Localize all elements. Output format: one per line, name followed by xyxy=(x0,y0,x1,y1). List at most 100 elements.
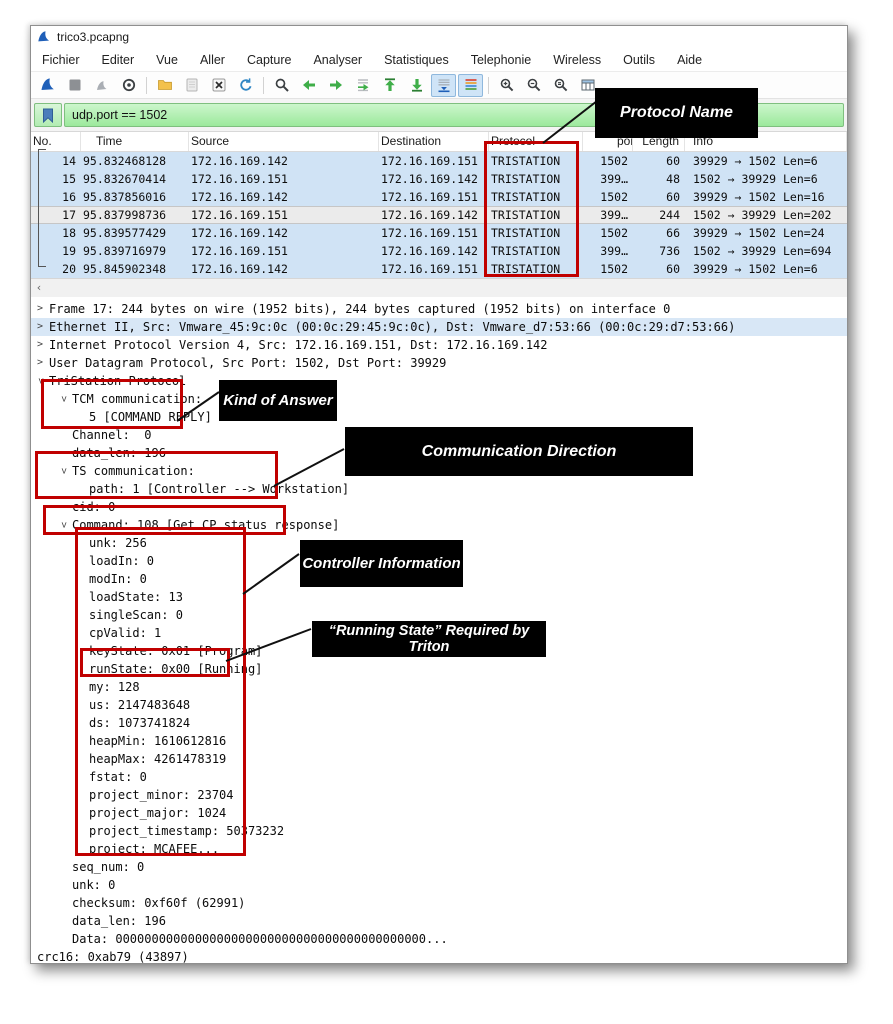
detail-line-5[interactable]: >TCM communication: xyxy=(31,390,847,408)
collapse-arrow-icon[interactable]: > xyxy=(31,375,49,387)
detail-line-3[interactable]: >User Datagram Protocol, Src Port: 1502,… xyxy=(31,354,847,372)
previous-packet-icon xyxy=(301,77,317,93)
column-header-destination[interactable]: Destination xyxy=(379,132,489,151)
cell-source: 172.16.169.142 xyxy=(189,188,379,206)
menu-item-aide[interactable]: Aide xyxy=(666,53,713,67)
detail-line-24[interactable]: heapMin: 1610612816 xyxy=(31,732,847,750)
annotation-communication-direction: Communication Direction xyxy=(345,427,693,476)
detail-line-2[interactable]: >Internet Protocol Version 4, Src: 172.1… xyxy=(31,336,847,354)
detail-line-28[interactable]: project_major: 1024 xyxy=(31,804,847,822)
cell-info: 1502 → 39929 Len=6 xyxy=(685,170,847,188)
detail-line-22[interactable]: us: 2147483648 xyxy=(31,696,847,714)
stop-capture-button[interactable] xyxy=(62,74,87,97)
zoom-original-button[interactable] xyxy=(548,74,573,97)
detail-line-text: User Datagram Protocol, Src Port: 1502, … xyxy=(49,354,446,372)
detail-line-30[interactable]: project: MCAFEE... xyxy=(31,840,847,858)
detail-line-26[interactable]: fstat: 0 xyxy=(31,768,847,786)
menu-item-fichier[interactable]: Fichier xyxy=(31,53,91,67)
cell-destination: 172.16.169.142 xyxy=(379,206,489,224)
menu-item-telephonie[interactable]: Telephonie xyxy=(460,53,542,67)
collapse-arrow-icon[interactable]: > xyxy=(54,465,72,477)
restart-capture-button[interactable] xyxy=(89,74,114,97)
packet-row-14[interactable]: 1495.832468128172.16.169.142172.16.169.1… xyxy=(31,152,847,170)
detail-line-34[interactable]: data_len: 196 xyxy=(31,912,847,930)
detail-line-20[interactable]: runState: 0x00 [Running] xyxy=(31,660,847,678)
detail-line-1[interactable]: >Ethernet II, Src: Vmware_45:9c:0c (00:0… xyxy=(31,318,847,336)
detail-line-31[interactable]: seq_num: 0 xyxy=(31,858,847,876)
packet-row-20[interactable]: 2095.845902348172.16.169.142172.16.169.1… xyxy=(31,260,847,278)
packet-row-17[interactable]: 1795.837998736172.16.169.151172.16.169.1… xyxy=(31,206,847,224)
expand-arrow-icon[interactable]: > xyxy=(34,354,46,372)
reload-file-button[interactable] xyxy=(233,74,258,97)
menu-item-wireless[interactable]: Wireless xyxy=(542,53,612,67)
zoom-out-button[interactable] xyxy=(521,74,546,97)
scroll-left-icon[interactable]: ‹ xyxy=(31,280,47,296)
menu-item-capture[interactable]: Capture xyxy=(236,53,302,67)
start-capture-button[interactable] xyxy=(35,74,60,97)
detail-line-16[interactable]: loadState: 13 xyxy=(31,588,847,606)
detail-line-33[interactable]: checksum: 0xf60f (62991) xyxy=(31,894,847,912)
menu-item-statistiques[interactable]: Statistiques xyxy=(373,53,460,67)
cell-time: 95.839577429 xyxy=(81,224,189,242)
detail-line-10[interactable]: path: 1 [Controller --> Workstation] xyxy=(31,480,847,498)
previous-packet-button[interactable] xyxy=(296,74,321,97)
cell-source: 172.16.169.151 xyxy=(189,242,379,260)
expand-arrow-icon[interactable]: > xyxy=(34,318,46,336)
last-packet-button[interactable] xyxy=(404,74,429,97)
expand-arrow-icon[interactable]: > xyxy=(34,336,46,354)
close-file-button[interactable] xyxy=(206,74,231,97)
menu-item-aller[interactable]: Aller xyxy=(189,53,236,67)
title-bar: trico3.pcapng xyxy=(31,26,847,48)
detail-line-23[interactable]: ds: 1073741824 xyxy=(31,714,847,732)
expand-arrow-icon[interactable]: > xyxy=(34,300,46,318)
cell-no: 17 xyxy=(31,206,81,224)
detail-line-29[interactable]: project_timestamp: 50373232 xyxy=(31,822,847,840)
packet-row-18[interactable]: 1895.839577429172.16.169.142172.16.169.1… xyxy=(31,224,847,242)
detail-line-0[interactable]: >Frame 17: 244 bytes on wire (1952 bits)… xyxy=(31,300,847,318)
menu-item-outils[interactable]: Outils xyxy=(612,53,666,67)
packet-row-16[interactable]: 1695.837856016172.16.169.142172.16.169.1… xyxy=(31,188,847,206)
detail-line-27[interactable]: project_minor: 23704 xyxy=(31,786,847,804)
packet-row-19[interactable]: 1995.839716979172.16.169.151172.16.169.1… xyxy=(31,242,847,260)
column-header-protocol[interactable]: Protocol xyxy=(489,132,583,151)
find-packet-button[interactable] xyxy=(269,74,294,97)
detail-line-12[interactable]: >Command: 108 [Get CP status response] xyxy=(31,516,847,534)
column-header-no[interactable]: No. xyxy=(31,132,81,151)
detail-line-11[interactable]: cid: 0 xyxy=(31,498,847,516)
cell-protocol: TRISTATION xyxy=(489,242,583,260)
cell-port: 1502 xyxy=(583,152,633,170)
column-header-time[interactable]: Time xyxy=(81,132,189,151)
collapse-arrow-icon[interactable]: > xyxy=(54,393,72,405)
menu-item-vue[interactable]: Vue xyxy=(145,53,189,67)
detail-line-text: cpValid: 1 xyxy=(89,624,161,642)
colorize-button[interactable] xyxy=(458,74,483,97)
capture-options-icon xyxy=(121,77,137,93)
next-packet-button[interactable] xyxy=(323,74,348,97)
first-packet-button[interactable] xyxy=(377,74,402,97)
save-file-button[interactable] xyxy=(179,74,204,97)
detail-line-25[interactable]: heapMax: 4261478319 xyxy=(31,750,847,768)
detail-line-text: singleScan: 0 xyxy=(89,606,183,624)
detail-line-35[interactable]: Data: 0000000000000000000000000000000000… xyxy=(31,930,847,948)
zoom-in-button[interactable] xyxy=(494,74,519,97)
collapse-arrow-icon[interactable]: > xyxy=(54,519,72,531)
auto-scroll-button[interactable] xyxy=(431,74,456,97)
detail-line-21[interactable]: my: 128 xyxy=(31,678,847,696)
capture-options-button[interactable] xyxy=(116,74,141,97)
open-file-button[interactable] xyxy=(152,74,177,97)
detail-line-32[interactable]: unk: 0 xyxy=(31,876,847,894)
detail-line-text: data_len: 196 xyxy=(72,444,166,462)
packet-row-15[interactable]: 1595.832670414172.16.169.151172.16.169.1… xyxy=(31,170,847,188)
packet-list-hscrollbar[interactable]: ‹ xyxy=(31,278,847,297)
detail-line-4[interactable]: >TriStation Protocol xyxy=(31,372,847,390)
column-header-source[interactable]: Source xyxy=(189,132,379,151)
detail-line-text: project_timestamp: 50373232 xyxy=(89,822,284,840)
detail-line-text: checksum: 0xf60f (62991) xyxy=(72,894,245,912)
detail-line-6[interactable]: 5 [COMMAND REPLY] xyxy=(31,408,847,426)
go-to-packet-button[interactable] xyxy=(350,74,375,97)
menu-item-editer[interactable]: Editer xyxy=(91,53,146,67)
save-file-icon xyxy=(184,77,200,93)
detail-line-36[interactable]: crc16: 0xab79 (43897) xyxy=(31,948,847,963)
menu-item-analyser[interactable]: Analyser xyxy=(302,53,373,67)
filter-bookmark-button[interactable] xyxy=(34,103,62,127)
